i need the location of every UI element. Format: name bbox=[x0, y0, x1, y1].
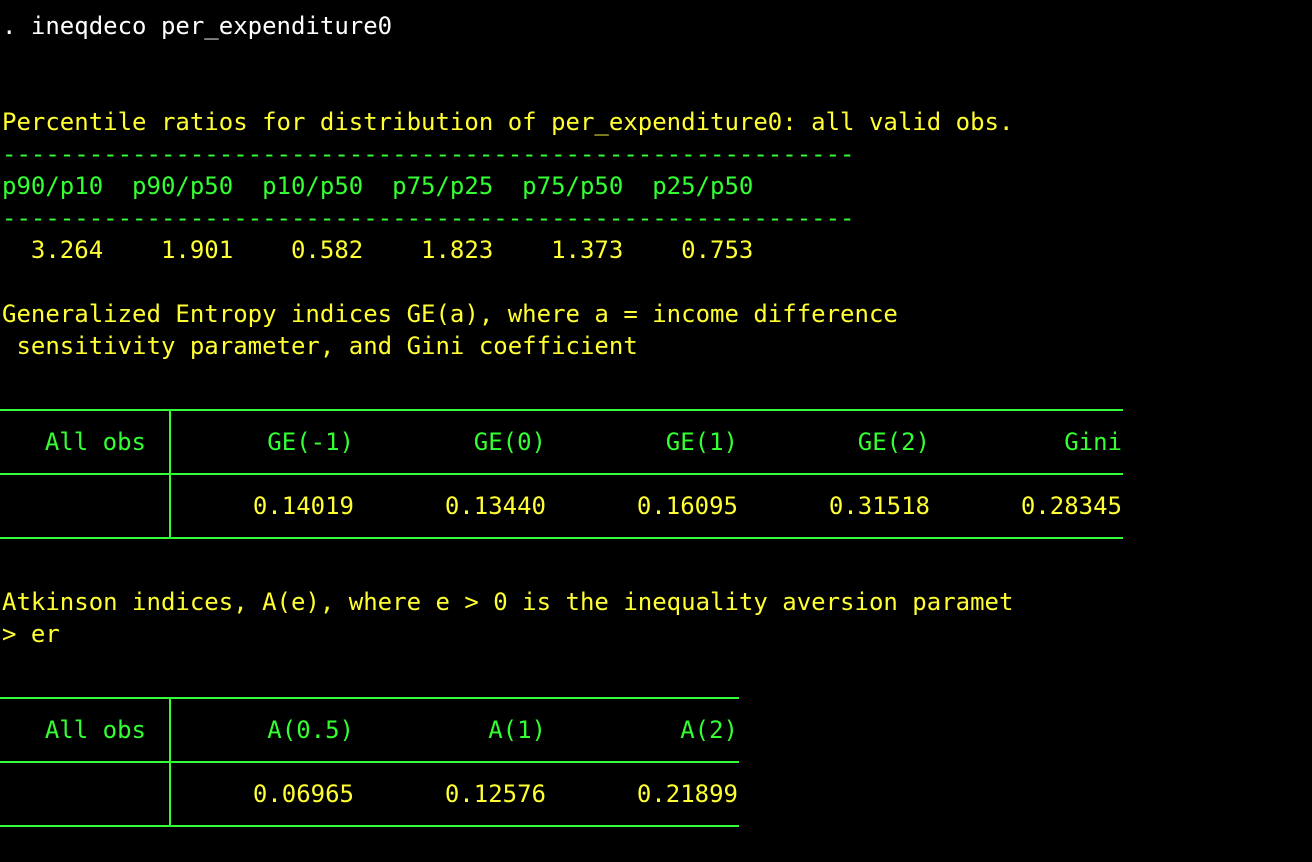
percentile-dash-bottom: ----------------------------------------… bbox=[2, 204, 855, 232]
atkinson-value-a1: 0.12576 bbox=[444, 780, 546, 808]
ge-value-ge0: 0.13440 bbox=[444, 492, 546, 520]
atkinson-table-bottom-rule bbox=[0, 825, 739, 827]
ge-header-gem1: GE(-1) bbox=[267, 428, 354, 456]
ge-row-label: All obs bbox=[44, 428, 146, 456]
ge-header-ge0: GE(0) bbox=[473, 428, 546, 456]
percentile-title: Percentile ratios for distribution of pe… bbox=[2, 108, 1014, 136]
ge-title-line2: sensitivity parameter, and Gini coeffici… bbox=[2, 332, 638, 360]
ge-title-line1: Generalized Entropy indices GE(a), where… bbox=[2, 300, 898, 328]
atkinson-table-divider bbox=[169, 697, 171, 827]
atkinson-value-a2: 0.21899 bbox=[636, 780, 738, 808]
ge-header-ge1: GE(1) bbox=[665, 428, 738, 456]
atkinson-row-label: All obs bbox=[44, 716, 146, 744]
command-line: . ineqdeco per_expenditure0 bbox=[2, 12, 393, 40]
percentile-header: p90/p10 p90/p50 p10/p50 p75/p25 p75/p50 … bbox=[2, 172, 754, 200]
atkinson-title-line2: > er bbox=[2, 620, 60, 648]
ge-value-ge2: 0.31518 bbox=[828, 492, 930, 520]
atkinson-header-a2: A(2) bbox=[680, 716, 738, 744]
percentile-values: 3.264 1.901 0.582 1.823 1.373 0.753 bbox=[2, 236, 754, 264]
atkinson-value-a05: 0.06965 bbox=[252, 780, 354, 808]
stata-results-window: . ineqdeco per_expenditure0 Percentile r… bbox=[0, 0, 1312, 862]
atkinson-title-line1: Atkinson indices, A(e), where e > 0 is t… bbox=[2, 588, 1014, 616]
ge-header-gini: Gini bbox=[1064, 428, 1122, 456]
atkinson-table-mid-rule bbox=[0, 761, 739, 763]
ge-header-ge2: GE(2) bbox=[857, 428, 930, 456]
ge-value-gini: 0.28345 bbox=[1020, 492, 1122, 520]
ge-value-gem1: 0.14019 bbox=[252, 492, 354, 520]
ge-table-divider bbox=[169, 409, 171, 539]
percentile-dash-top: ----------------------------------------… bbox=[2, 140, 855, 168]
atkinson-header-a05: A(0.5) bbox=[267, 716, 354, 744]
atkinson-table-top-rule bbox=[0, 697, 739, 699]
ge-value-ge1: 0.16095 bbox=[636, 492, 738, 520]
atkinson-header-a1: A(1) bbox=[488, 716, 546, 744]
